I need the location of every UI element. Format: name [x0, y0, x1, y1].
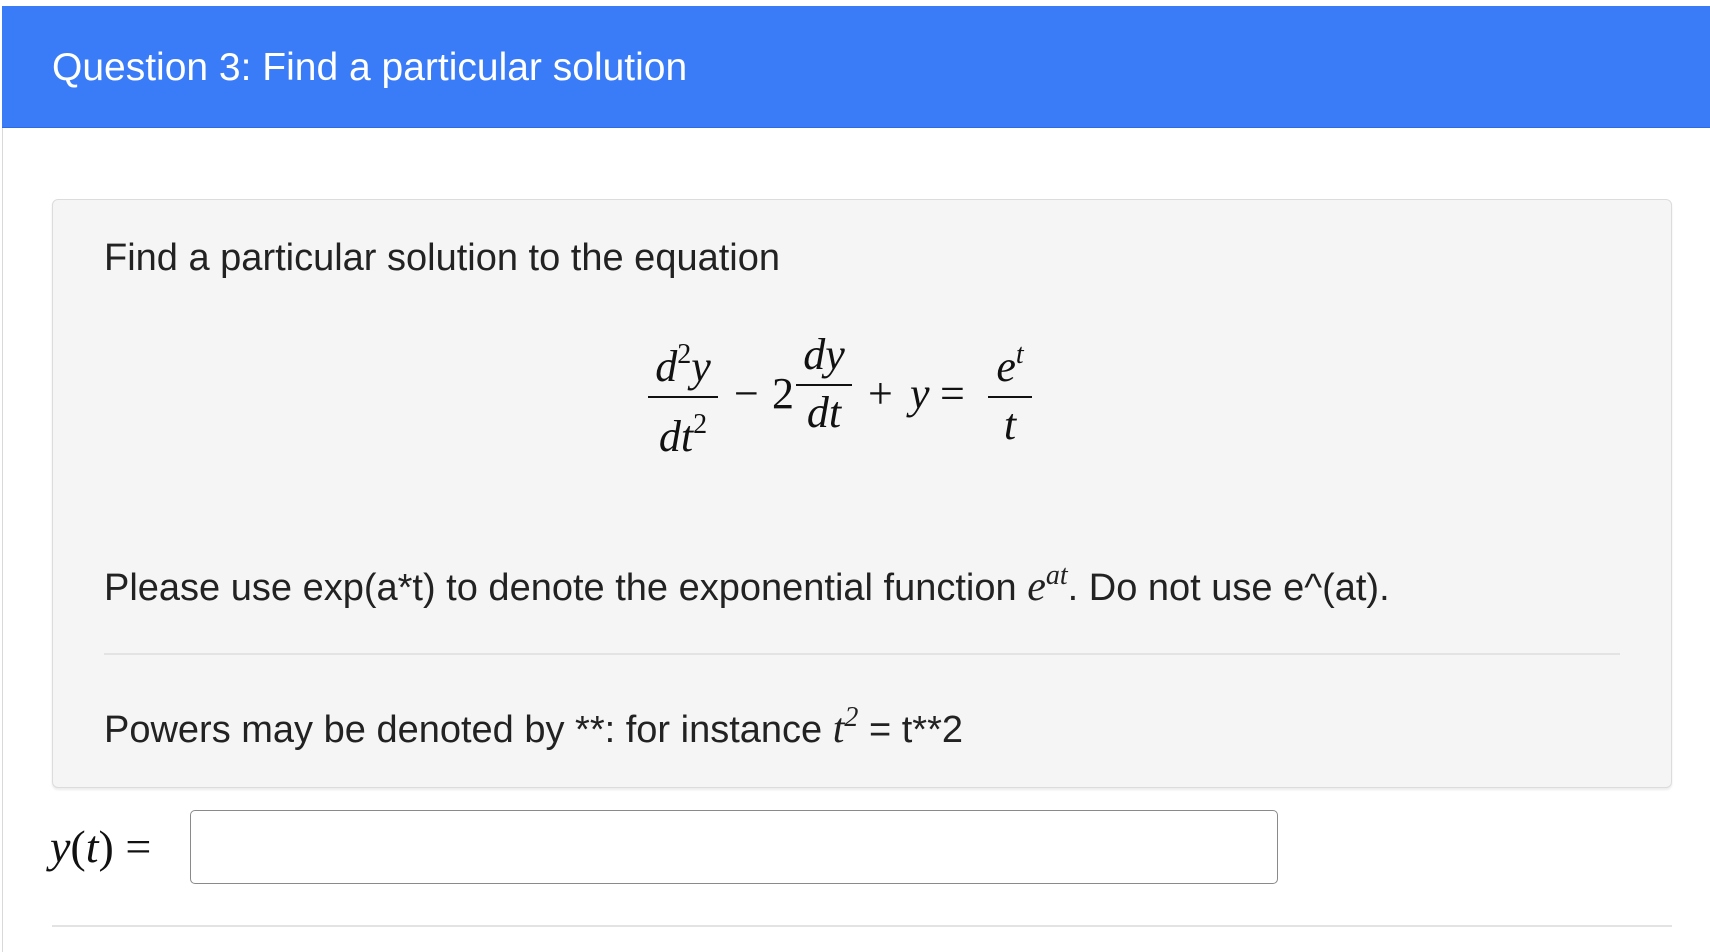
equals-sign: = [940, 369, 965, 418]
answer-input[interactable] [190, 810, 1278, 884]
first-derivative-fraction: dy dt [796, 330, 852, 438]
first-derivative-numerator: dy [803, 330, 845, 379]
rhs-numerator: et [996, 339, 1024, 391]
second-derivative-numerator: d2y [655, 339, 711, 391]
bottom-divider [52, 925, 1672, 927]
divider [104, 653, 1620, 655]
powers-instruction: Powers may be denoted by **: for instanc… [104, 702, 963, 752]
minus-sign: − [734, 369, 759, 418]
first-derivative-denominator: dt [806, 388, 842, 437]
differential-equation: d2y dt2 − 2 dy dt + y = et t [648, 330, 1088, 462]
fraction-bar [648, 396, 718, 398]
card-header: Question 3: Find a particular solution [2, 6, 1710, 128]
question-title: Question 3: Find a particular solution [52, 46, 688, 89]
second-derivative-fraction: d2y dt2 [648, 330, 718, 462]
rhs-denominator: t [1003, 400, 1017, 449]
fraction-bar [988, 396, 1032, 398]
answer-label: y(t) = [50, 821, 152, 872]
page: Question 3: Find a particular solution F… [0, 0, 1710, 952]
fraction-bar [796, 384, 852, 386]
plus-sign: + [868, 369, 893, 418]
question-panel [52, 199, 1672, 788]
second-derivative-denominator: dt2 [658, 409, 708, 461]
rhs-fraction: et t [988, 330, 1032, 450]
coefficient: 2 [772, 369, 794, 418]
question-prompt: Find a particular solution to the equati… [104, 237, 780, 279]
y-variable: y [910, 369, 930, 418]
exp-instruction: Please use exp(a*t) to denote the expone… [104, 560, 1390, 610]
